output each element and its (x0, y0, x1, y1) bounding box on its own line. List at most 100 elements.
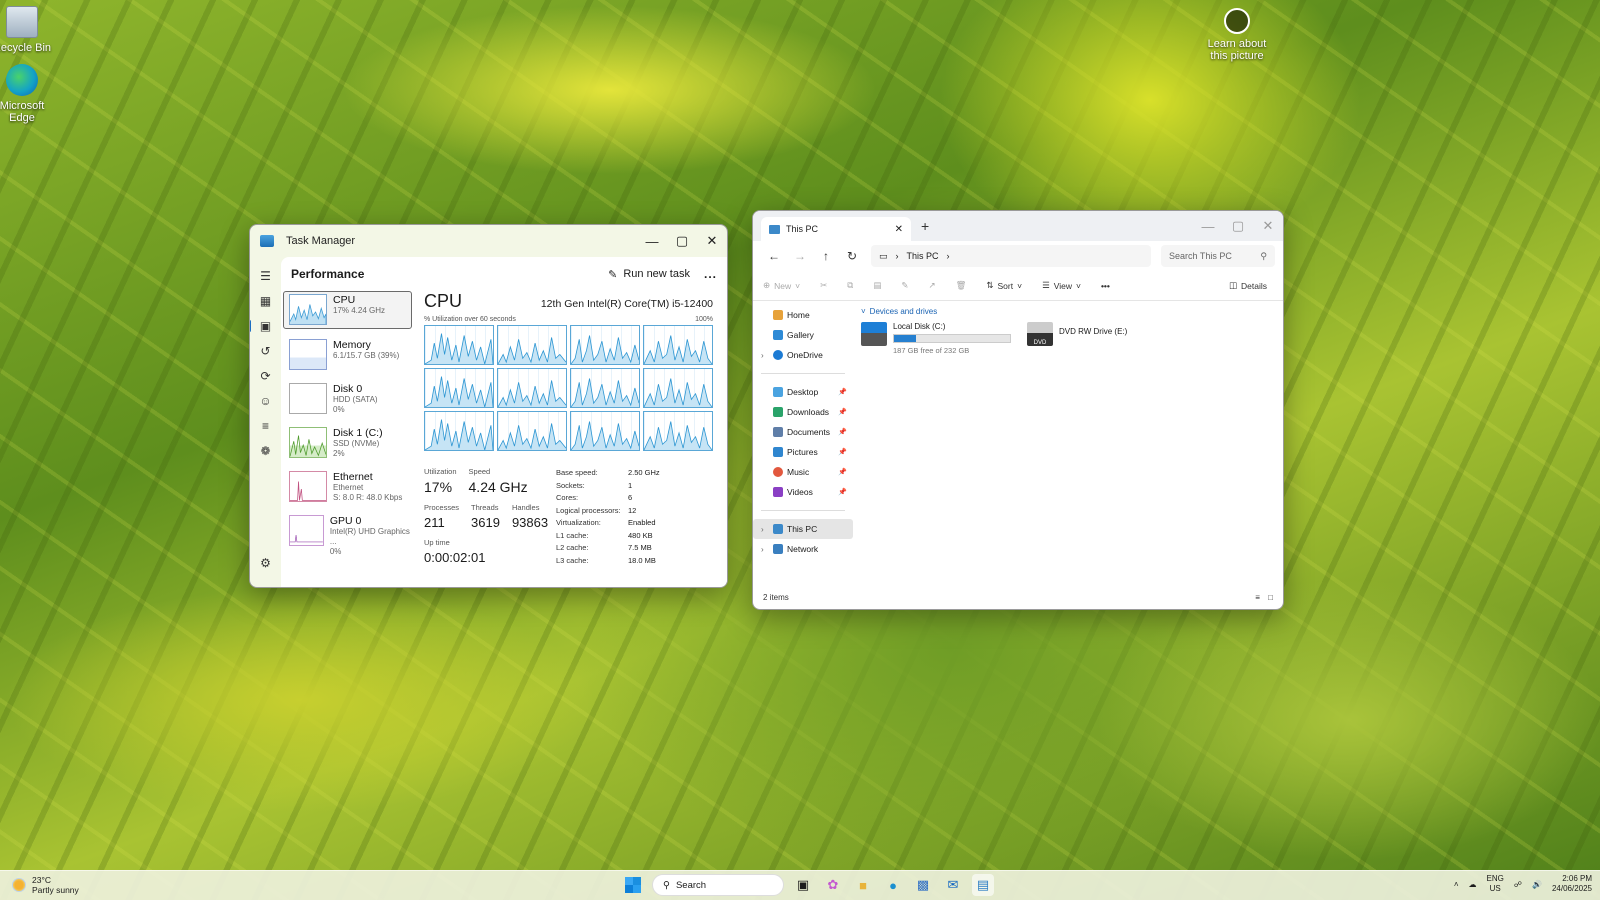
spec-key: Cores: (556, 493, 579, 502)
run-new-task-button[interactable]: ✎ Run new task (608, 268, 690, 281)
chevron-right-icon[interactable]: › (761, 351, 773, 360)
paste-icon[interactable]: ▤ (873, 280, 881, 291)
details-pane-button[interactable]: ◫ Details (1229, 280, 1267, 291)
temperature: 23°C (32, 875, 51, 885)
forward-button[interactable]: → (787, 249, 813, 263)
logical-processor-graph (424, 325, 494, 365)
delete-icon[interactable]: 🗑 (956, 280, 967, 291)
resource-item-memory[interactable]: Memory 6.1/15.7 GB (39%) (283, 335, 412, 379)
maximize-button[interactable]: ▢ (1223, 211, 1253, 241)
edge-desktop-icon[interactable]: Microsoft Edge (0, 64, 52, 124)
spec-row: Virtualization: Enabled (556, 517, 660, 530)
uptime-value: 0:00:02:01 (424, 550, 486, 565)
chevron-down-icon: ˅ (861, 307, 866, 316)
view-button[interactable]: ☰ View ˅ (1042, 280, 1081, 291)
close-tab-icon[interactable]: ✕ (895, 224, 903, 235)
sidebar-item-onedrive[interactable]: › OneDrive (753, 345, 853, 365)
settings-gear-icon[interactable]: ⚙ (256, 554, 276, 572)
sidebar-item-videos[interactable]: Videos 📌 (753, 482, 853, 502)
address-bar[interactable]: ▭ › This PC › (871, 245, 1151, 267)
chevron-right-icon[interactable]: › (761, 525, 773, 534)
breadcrumb[interactable]: This PC (907, 251, 939, 261)
sidebar-item-home[interactable]: Home (753, 305, 853, 325)
close-button[interactable]: ✕ (1253, 211, 1283, 241)
maximize-button[interactable]: ▢ (667, 225, 697, 257)
onedrive-tray-icon[interactable]: ☁ (1469, 880, 1477, 889)
resource-item-cpu[interactable]: CPU 17% 4.24 GHz (283, 291, 412, 329)
view-label: View (1053, 280, 1072, 291)
resource-item-disk-1[interactable]: Disk 1 (C:) SSD (NVMe) 2% (283, 423, 412, 467)
weather-widget[interactable]: 23°C Partly sunny (12, 875, 79, 895)
refresh-button[interactable]: ↻ (839, 249, 865, 263)
resource-name: CPU (333, 294, 356, 306)
sidebar-item-this-pc[interactable]: › This PC (753, 519, 853, 539)
minimize-button[interactable]: — (637, 225, 667, 257)
sidebar-item-downloads[interactable]: Downloads 📌 (753, 402, 853, 422)
hamburger-menu-icon[interactable]: ☰ (256, 267, 276, 285)
chevron-right-icon[interactable]: › (761, 545, 773, 554)
edge-taskbar-button[interactable]: ● (882, 874, 904, 896)
more-options-button[interactable]: ... (704, 267, 717, 281)
status-bar: 2 items ≡ □ (753, 589, 1283, 609)
volume-icon[interactable]: 🔊 (1532, 880, 1542, 889)
file-explorer-taskbar-button[interactable]: ■ (852, 874, 874, 896)
learn-about-picture[interactable]: Learn about this picture (1207, 8, 1267, 62)
group-header-devices[interactable]: ˅ Devices and drives (861, 307, 1275, 316)
system-tray: ˄ ☁ ENG US ☍ 🔊 2:06 PM 24/06/2025 (1454, 874, 1592, 894)
details-list-icon[interactable]: ≡ (256, 417, 276, 435)
sidebar-item-music[interactable]: Music 📌 (753, 462, 853, 482)
sidebar-item-pictures[interactable]: Pictures 📌 (753, 442, 853, 462)
tiles-view-icon[interactable]: □ (1268, 593, 1273, 602)
sidebar-item-gallery[interactable]: Gallery (753, 325, 853, 345)
users-icon[interactable]: ☺ (256, 392, 276, 410)
details-view-icon[interactable]: ≡ (1255, 593, 1260, 602)
pin-icon: 📌 (838, 469, 847, 476)
task-manager-titlebar[interactable]: Task Manager — ▢ ✕ (250, 225, 727, 257)
clock[interactable]: 2:06 PM 24/06/2025 (1552, 874, 1592, 894)
new-button[interactable]: ⊕ New ˅ (763, 280, 800, 291)
task-manager-taskbar-button[interactable]: ▤ (972, 874, 994, 896)
see-more-button[interactable]: ••• (1101, 281, 1110, 291)
recycle-bin-desktop-icon[interactable]: Recycle Bin (0, 6, 52, 54)
sidebar-item-network[interactable]: › Network (753, 539, 853, 559)
search-input[interactable]: Search This PC ⚲ (1161, 245, 1275, 267)
outlook-taskbar-button[interactable]: ✉ (942, 874, 964, 896)
back-button[interactable]: ← (761, 249, 787, 263)
input-language[interactable]: ENG US (1487, 874, 1504, 894)
drive-local-disk-c[interactable]: Local Disk (C:) 187 GB free of 232 GB (861, 322, 1011, 355)
app-history-icon[interactable]: ↺ (256, 342, 276, 360)
performance-icon[interactable]: ▣ (250, 317, 276, 335)
close-button[interactable]: ✕ (697, 225, 727, 257)
logical-processor-graph (643, 325, 713, 365)
rename-icon[interactable]: ✎ (901, 280, 908, 291)
resource-item-disk-0[interactable]: Disk 0 HDD (SATA) 0% (283, 379, 412, 423)
tab-this-pc[interactable]: This PC ✕ (761, 217, 911, 241)
services-icon[interactable]: ❁ (256, 442, 276, 460)
pin-icon: 📌 (838, 389, 847, 396)
resource-item-gpu[interactable]: GPU 0 Intel(R) UHD Graphics ... 0% (283, 511, 412, 556)
copy-icon[interactable]: ⧉ (847, 280, 853, 291)
taskbar-search[interactable]: ⚲ Search (652, 874, 784, 896)
page-title: Performance (291, 267, 365, 281)
startup-apps-icon[interactable]: ⟳ (256, 367, 276, 385)
store-taskbar-button[interactable]: ▩ (912, 874, 934, 896)
drive-dvd-e[interactable]: DVD DVD RW Drive (E:) (1027, 322, 1127, 355)
network-icon[interactable]: ☍ (1514, 880, 1522, 889)
resource-item-ethernet[interactable]: Ethernet Ethernet S: 8.0 R: 48.0 Kbps (283, 467, 412, 511)
minimize-button[interactable]: — (1193, 211, 1223, 241)
sort-button[interactable]: ⇅ Sort ˅ (986, 280, 1022, 291)
resource-name: GPU 0 (329, 515, 362, 527)
chevron-right-icon[interactable]: › (947, 251, 950, 261)
new-tab-button[interactable]: + (921, 218, 929, 234)
cut-icon[interactable]: ✂ (820, 280, 827, 291)
chevron-up-icon[interactable]: ˄ (1454, 880, 1459, 889)
start-button[interactable] (622, 874, 644, 896)
copilot-button[interactable]: ✿ (822, 874, 844, 896)
processes-icon[interactable]: ▦ (256, 292, 276, 310)
sidebar-item-desktop[interactable]: Desktop 📌 (753, 382, 853, 402)
task-view-button[interactable]: ▣ (792, 874, 814, 896)
up-button[interactable]: ↑ (813, 249, 839, 263)
sidebar-item-documents[interactable]: Documents 📌 (753, 422, 853, 442)
utilization-label: Utilization (424, 467, 457, 476)
share-icon[interactable]: ↗ (928, 280, 935, 291)
